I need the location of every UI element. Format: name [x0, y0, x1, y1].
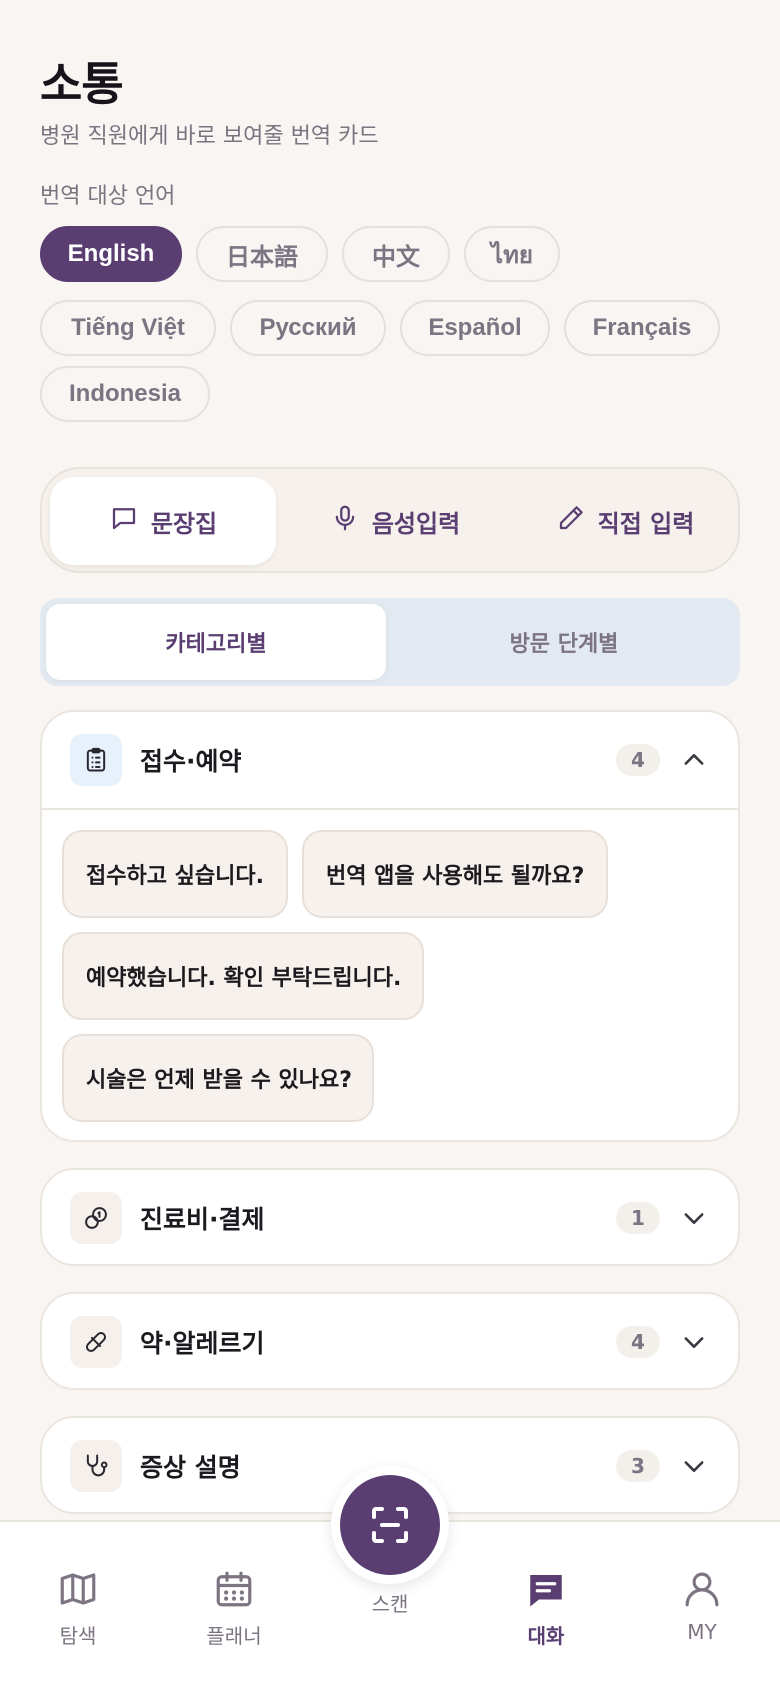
scan-icon: [372, 1507, 408, 1543]
clipboard-icon: [70, 734, 122, 786]
view-toggle: 카테고리별 방문 단계별: [40, 598, 740, 686]
category-header-payment[interactable]: 진료비·결제 1: [42, 1170, 738, 1266]
scan-label: 스캔: [371, 1592, 409, 1616]
calendar-icon: [216, 1571, 252, 1607]
category-card-payment[interactable]: 진료비·결제 1: [40, 1168, 740, 1266]
microphone-icon: [330, 503, 360, 539]
pencil-icon: [556, 503, 586, 539]
phrase-count-badge: 1: [616, 1202, 660, 1234]
user-icon: [685, 1572, 719, 1607]
message-icon: [530, 1575, 562, 1607]
tab-phrasebook[interactable]: 문장집: [50, 477, 276, 565]
category-card-medication[interactable]: 약·알레르기 4: [40, 1292, 740, 1390]
input-mode-bar: 문장집 음성입력 직접 입력: [40, 467, 740, 573]
nav-item-conversation[interactable]: 대화: [486, 1568, 606, 1649]
language-chip-chinese[interactable]: 中文: [342, 226, 450, 282]
communication-screen: 소통 병원 직원에게 바로 보여줄 번역 카드 번역 대상 언어 English…: [0, 0, 780, 1688]
pill-icon: [70, 1316, 122, 1368]
category-header-reception[interactable]: 접수·예약 4: [42, 712, 738, 808]
chevron-down-icon: [684, 1213, 704, 1224]
phrase-card[interactable]: 예약했습니다. 확인 부탁드립니다.: [62, 932, 424, 1020]
nav-item-my[interactable]: MY: [642, 1568, 762, 1644]
chevron-down-icon: [684, 1337, 704, 1348]
coins-icon: [70, 1192, 122, 1244]
chat-bubble-icon: [109, 503, 139, 539]
language-chip-japanese[interactable]: 日本語: [196, 226, 328, 282]
tab-voice-input[interactable]: 음성입력: [282, 477, 508, 565]
nav-label: MY: [687, 1620, 717, 1644]
category-title: 접수·예약: [140, 747, 242, 776]
language-section-label: 번역 대상 언어: [40, 184, 176, 209]
tab-by-category[interactable]: 카테고리별: [46, 604, 386, 680]
phrase-card[interactable]: 접수하고 싶습니다.: [62, 830, 288, 918]
page-title: 소통: [40, 57, 124, 111]
tab-direct-input[interactable]: 직접 입력: [514, 477, 736, 565]
nav-item-explore[interactable]: 탐색: [18, 1568, 138, 1649]
divider: [42, 808, 738, 810]
tab-by-visit-step[interactable]: 방문 단계별: [394, 604, 734, 680]
page-subtitle: 병원 직원에게 바로 보여줄 번역 카드: [40, 124, 379, 149]
nav-label: 플래너: [206, 1624, 262, 1648]
phrase-card[interactable]: 번역 앱을 사용해도 될까요?: [302, 830, 608, 918]
phrase-count-badge: 4: [616, 1326, 660, 1358]
language-chip-french[interactable]: Français: [564, 300, 720, 356]
language-chip-vietnamese[interactable]: Tiếng Việt: [40, 300, 216, 356]
scan-button-inner[interactable]: [340, 1475, 440, 1575]
language-chip-spanish[interactable]: Español: [400, 300, 550, 356]
phrase-card[interactable]: 시술은 언제 받을 수 있나요?: [62, 1034, 374, 1122]
nav-item-planner[interactable]: 플래너: [174, 1568, 294, 1649]
language-chip-russian[interactable]: Русский: [230, 300, 386, 356]
map-icon: [60, 1573, 96, 1605]
tab-phrasebook-label: 문장집: [150, 509, 218, 538]
nav-label: 탐색: [59, 1624, 97, 1648]
category-title: 약·알레르기: [140, 1329, 265, 1358]
tab-voice-input-label: 음성입력: [371, 509, 461, 538]
category-header-medication[interactable]: 약·알레르기 4: [42, 1294, 738, 1390]
category-title: 증상 설명: [140, 1453, 241, 1482]
category-card-reception: 접수·예약 4 접수하고 싶습니다. 번역 앱을 사용해도 될까요? 예약했습니…: [40, 710, 740, 1142]
stethoscope-icon: [70, 1440, 122, 1492]
phrase-count-badge: 3: [616, 1450, 660, 1482]
language-chip-thai[interactable]: ไทย: [464, 226, 560, 282]
category-title: 진료비·결제: [140, 1205, 265, 1234]
scan-button[interactable]: [331, 1466, 449, 1584]
tab-direct-input-label: 직접 입력: [597, 509, 695, 538]
chevron-down-icon: [684, 1461, 704, 1472]
phrase-count-badge: 4: [616, 744, 660, 776]
language-chip-indonesian[interactable]: Indonesia: [40, 366, 210, 422]
chevron-up-icon: [684, 754, 704, 765]
nav-label: 대화: [527, 1624, 565, 1648]
language-chip-english[interactable]: English: [40, 226, 182, 282]
